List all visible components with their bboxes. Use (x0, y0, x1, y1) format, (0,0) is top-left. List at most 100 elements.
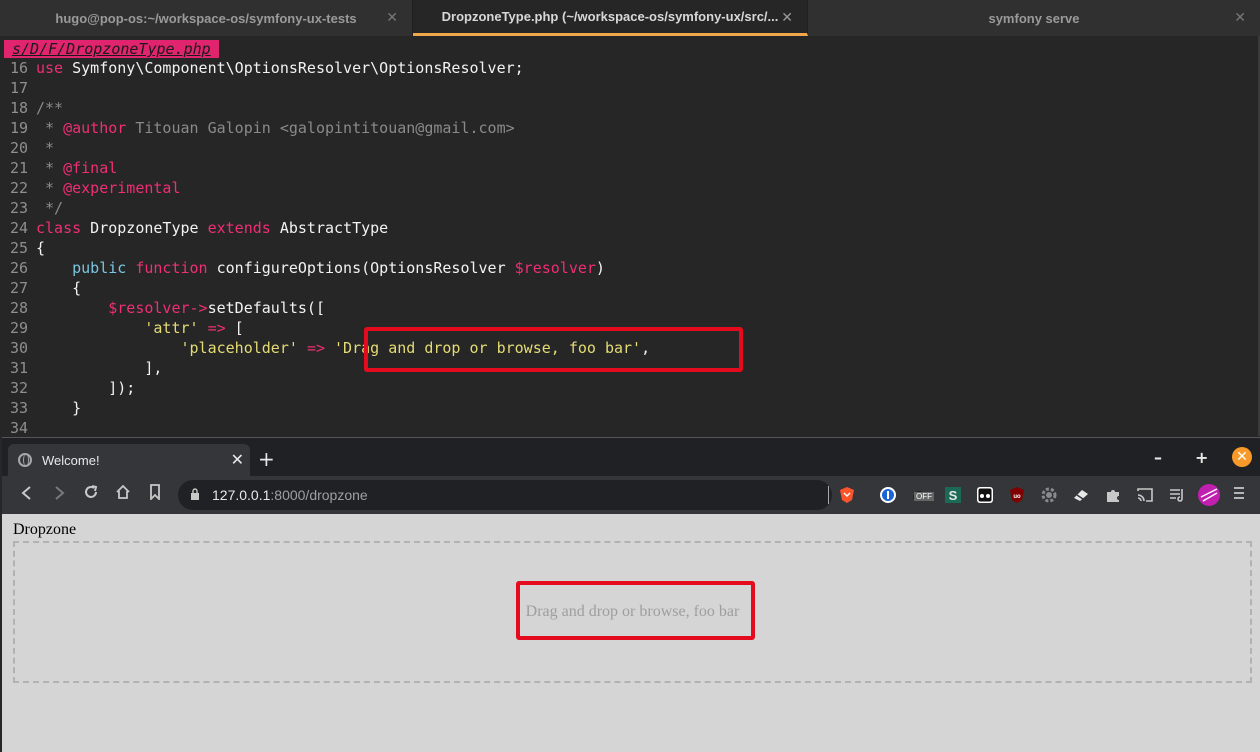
code-token: { (36, 239, 46, 257)
line-number: 17 (10, 79, 29, 97)
line-number: 21 (10, 159, 29, 177)
code-token: => (207, 319, 226, 337)
puzzle-icon[interactable] (1104, 486, 1122, 504)
code-token: $resolver (108, 299, 190, 317)
code-token: * (36, 119, 64, 137)
code-line: 17 (0, 78, 650, 98)
browser-tab-bar: Welcome! ✕ + – + ✕ (2, 438, 1260, 476)
code-line: 32 ]); (0, 378, 650, 398)
close-icon[interactable]: ✕ (781, 9, 793, 26)
line-number: 25 (10, 239, 29, 257)
code-token: * (36, 159, 64, 177)
new-tab-button[interactable]: + (258, 447, 275, 471)
password-manager-icon[interactable] (879, 486, 897, 504)
code-token: ], (36, 359, 163, 377)
code-lines: 16 use Symfony\Component\OptionsResolver\… (0, 58, 650, 436)
code-token: @author (63, 119, 127, 137)
page-content: Dropzone Drag and drop or browse, foo ba… (2, 514, 1260, 752)
profile-avatar-icon[interactable] (1198, 484, 1220, 506)
home-icon (116, 484, 130, 499)
close-icon[interactable]: ✕ (386, 9, 398, 26)
window-close-button[interactable]: ✕ (1232, 447, 1252, 467)
code-token: ) (595, 259, 605, 277)
extension-off-icon[interactable]: OFF (910, 486, 934, 504)
line-number: 30 (10, 339, 29, 357)
media-queue-icon[interactable] (1168, 486, 1186, 504)
code-line: 24 class DropzoneType extends AbstractTyp… (0, 218, 650, 238)
cast-icon[interactable] (1136, 486, 1154, 504)
code-line: 19 * @author Titouan Galopin <galopintit… (0, 118, 650, 138)
forward-button[interactable] (48, 484, 70, 506)
line-number: 26 (10, 259, 29, 277)
code-line: 22 * @experimental (0, 178, 650, 198)
back-button[interactable] (16, 484, 38, 506)
minimize-button[interactable]: – (1154, 448, 1162, 467)
code-token: setDefaults([ (207, 299, 325, 317)
code-token: 'placeholder' (180, 339, 298, 357)
reload-button[interactable] (80, 484, 102, 506)
code-token: [ (225, 319, 244, 337)
line-number: 18 (10, 99, 29, 117)
code-token: * (36, 179, 64, 197)
code-token: * (36, 139, 55, 157)
ublock-origin-icon[interactable]: uo (1008, 486, 1026, 504)
code-line: 27 { (0, 278, 650, 298)
terminal-tab-label: DropzoneType.php (~/workspace-os/symfony… (441, 9, 779, 24)
code-token: @experimental (63, 179, 181, 197)
terminal-tab-dropzonetype[interactable]: DropzoneType.php (~/workspace-os/symfony… (413, 0, 808, 36)
code-token: public (72, 259, 127, 277)
code-token: extends (207, 219, 271, 237)
line-number: 22 (10, 179, 29, 197)
code-token: } (36, 399, 82, 417)
terminal-tab-label: symfony serve (988, 10, 1080, 26)
address-bar[interactable]: 127.0.0.1:8000/dropzone (178, 480, 832, 510)
browser-tab-welcome[interactable]: Welcome! ✕ (8, 444, 250, 476)
line-number: 27 (10, 279, 29, 297)
url-text: 127.0.0.1:8000/dropzone (212, 487, 368, 503)
code-token: configureOptions(OptionsResolver (207, 259, 515, 277)
line-number: 34 (10, 419, 29, 436)
line-number: 23 (10, 199, 29, 217)
code-line: 33 } (0, 398, 650, 418)
dropzone-label: Dropzone (13, 521, 77, 538)
close-icon[interactable]: ✕ (231, 450, 244, 469)
code-token: function (135, 259, 208, 277)
line-number: 16 (10, 59, 29, 77)
terminal-tab-symfony-serve[interactable]: symfony serve ✕ (808, 0, 1260, 36)
menu-icon (1234, 487, 1244, 499)
code-token: class (36, 219, 82, 237)
toolbar-separator (828, 486, 829, 504)
lock-icon (191, 488, 199, 500)
brave-shield-icon[interactable] (838, 486, 856, 504)
close-icon[interactable]: ✕ (1234, 9, 1246, 26)
eyes-extension-icon[interactable] (976, 486, 994, 504)
line-number: 33 (10, 399, 29, 417)
browser-toolbar: 127.0.0.1:8000/dropzone OFF S uo (2, 476, 1260, 514)
maximize-button[interactable]: + (1195, 448, 1208, 467)
browser-tab-title: Welcome! (42, 452, 100, 468)
code-token: ]); (36, 379, 136, 397)
highlight-box-code (364, 327, 743, 372)
code-line: 26 public function configureOptions(Opti… (0, 258, 650, 278)
code-editor[interactable]: s/D/F/DropzoneType.php 16 use Symfony\Com… (0, 36, 1260, 436)
menu-button[interactable] (1228, 484, 1250, 506)
gear-icon[interactable] (1040, 486, 1058, 504)
svg-text:uo: uo (1013, 494, 1021, 500)
code-token: Symfony\Component\OptionsResolver\Option… (63, 59, 524, 77)
code-token: -> (189, 299, 208, 317)
home-button[interactable] (112, 484, 134, 506)
code-token: @final (63, 159, 118, 177)
terminal-tab-tests[interactable]: hugo@pop-os:~/workspace-os/symfony-ux-te… (0, 0, 413, 36)
code-line: 21 * @final (0, 158, 650, 178)
eraser-icon[interactable] (1072, 486, 1090, 504)
s-extension-icon[interactable]: S (944, 486, 962, 504)
bookmark-button[interactable] (144, 484, 166, 506)
bookmark-icon (150, 484, 160, 502)
forward-icon (55, 486, 65, 500)
